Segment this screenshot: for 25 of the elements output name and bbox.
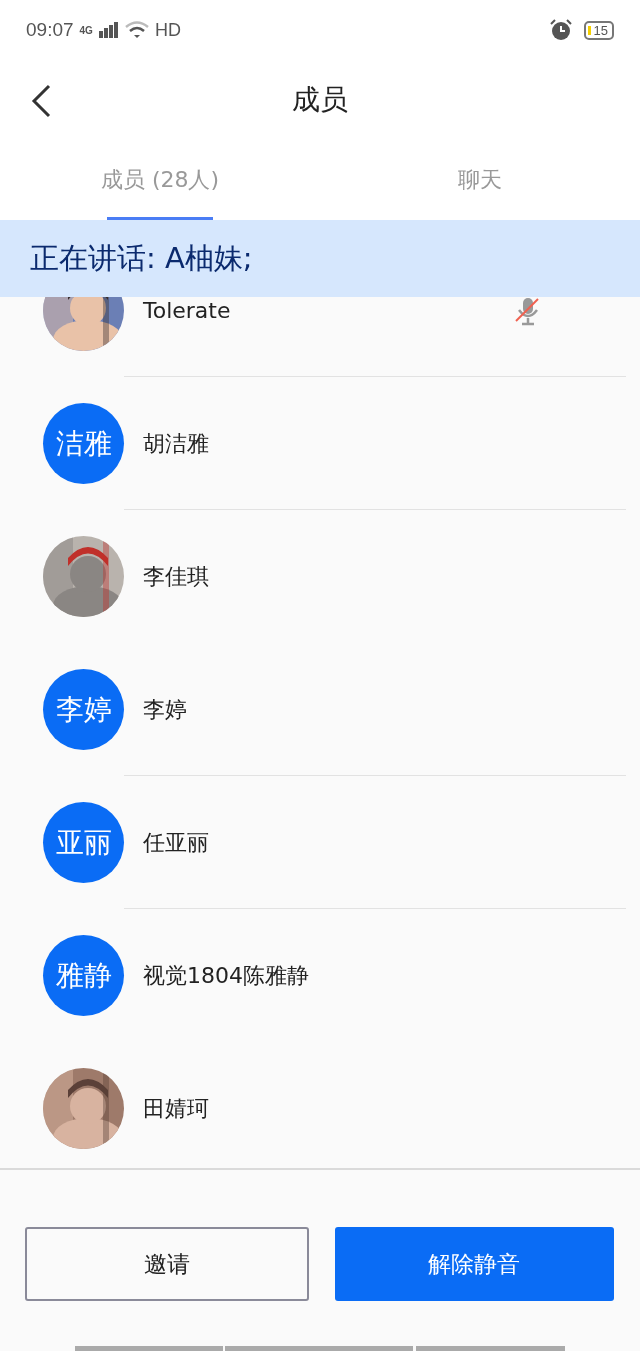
speaking-banner: 正在讲话: A柚妹; bbox=[0, 220, 640, 297]
hd-indicator: HD bbox=[154, 19, 181, 41]
avatar: 雅静 bbox=[43, 935, 124, 1016]
avatar: 李婷 bbox=[43, 669, 124, 750]
network-type: 4G bbox=[79, 24, 93, 36]
unmute-button[interactable]: 解除静音 bbox=[334, 1227, 614, 1301]
member-name: 李婷 bbox=[143, 695, 187, 724]
alarm-icon bbox=[549, 19, 572, 41]
member-name: Tolerate bbox=[143, 298, 231, 323]
avatar: 洁雅 bbox=[43, 403, 124, 484]
member-name: 胡洁雅 bbox=[143, 429, 209, 458]
member-name: 任亚丽 bbox=[143, 828, 209, 857]
invite-button[interactable]: 邀请 bbox=[25, 1227, 309, 1301]
member-name: 田婧珂 bbox=[143, 1094, 209, 1123]
avatar: 亚丽 bbox=[43, 802, 124, 883]
tab[interactable]: 成员 (28人) bbox=[0, 140, 320, 220]
battery-level: 15 bbox=[583, 20, 614, 40]
member-name: 视觉1804陈雅静 bbox=[143, 961, 309, 990]
member-name: 李佳琪 bbox=[143, 562, 209, 591]
status-time: 09:07 bbox=[26, 19, 74, 41]
signal-icon bbox=[98, 22, 119, 38]
page-title: 成员 bbox=[292, 82, 348, 118]
tab[interactable]: 聊天 bbox=[320, 140, 640, 220]
back-icon[interactable] bbox=[30, 84, 52, 118]
wifi-icon bbox=[124, 21, 149, 39]
